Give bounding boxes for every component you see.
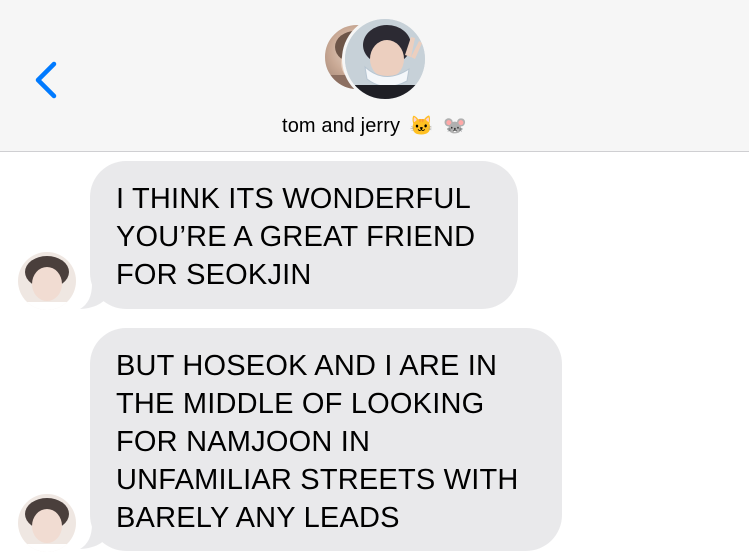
back-button[interactable] bbox=[30, 58, 66, 102]
message-text-line: BARELY ANY LEADS bbox=[116, 502, 400, 534]
message-bubble[interactable]: I THINK ITS WONDERFUL YOU’RE A GREAT FRI… bbox=[90, 161, 518, 309]
message-text-line: THE MIDDLE OF LOOKING bbox=[116, 388, 485, 420]
group-member-avatar bbox=[342, 16, 428, 102]
message-text-line: UNFAMILIAR STREETS WITH bbox=[116, 464, 519, 496]
sender-avatar[interactable] bbox=[18, 252, 76, 310]
message-bubble[interactable]: BUT HOSEOK AND I ARE IN THE MIDDLE OF LO… bbox=[90, 328, 562, 551]
group-name[interactable]: tom and jerry 🐱 🐭 bbox=[0, 114, 749, 138]
message-text-line: FOR SEOKJIN bbox=[116, 259, 312, 291]
message-text-line: YOU’RE A GREAT FRIEND bbox=[116, 221, 476, 253]
mouse-face-emoji: 🐭 bbox=[443, 116, 467, 137]
cat-face-emoji: 🐱 bbox=[409, 116, 434, 137]
sender-avatar[interactable] bbox=[18, 494, 76, 552]
message-text-line: BUT HOSEOK AND I ARE IN bbox=[116, 350, 498, 382]
message-text-line: FOR NAMJOON IN bbox=[116, 426, 371, 458]
chevron-left-icon bbox=[35, 61, 57, 99]
group-name-text: tom and jerry bbox=[282, 115, 401, 137]
conversation-header: tom and jerry 🐱 🐭 bbox=[0, 0, 749, 152]
message-text-line: I THINK ITS WONDERFUL bbox=[116, 183, 471, 215]
group-avatar-stack[interactable] bbox=[322, 16, 428, 102]
